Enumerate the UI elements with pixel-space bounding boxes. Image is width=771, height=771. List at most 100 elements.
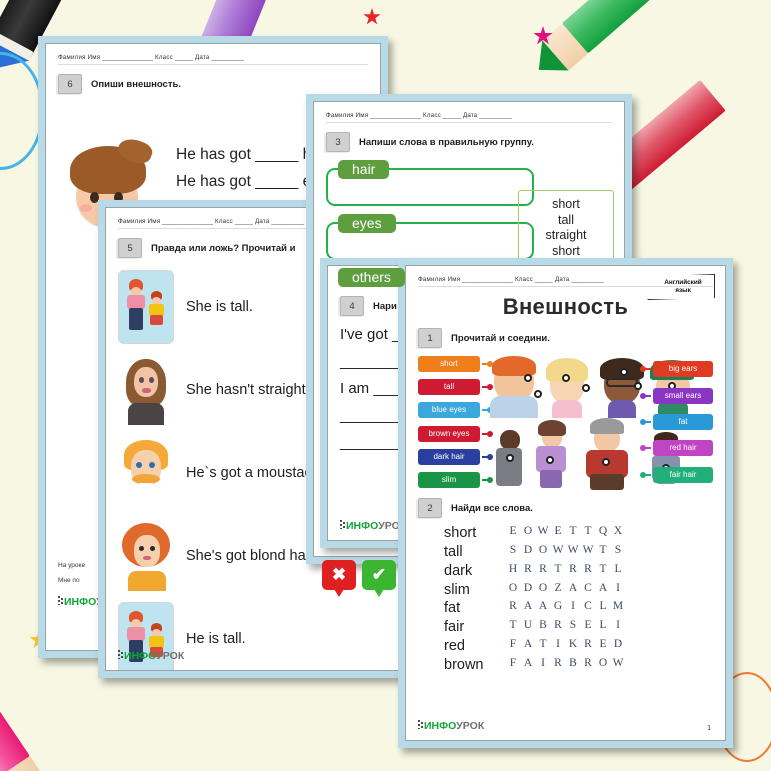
matching-exercise[interactable]: short tall blue eyes brown eyes dark hai… [418, 356, 713, 490]
word-search-letter[interactable]: A [521, 599, 536, 618]
match-point-icon[interactable] [634, 382, 642, 390]
chip-red-hair[interactable]: red hair [640, 440, 713, 457]
connector-dot[interactable] [640, 445, 646, 452]
chip-tall[interactable]: tall [418, 379, 493, 396]
word-search-letter[interactable]: W [551, 543, 566, 562]
chip-slim[interactable]: slim [418, 471, 493, 488]
word-search-letter[interactable]: B [536, 618, 551, 637]
word-search-letter[interactable]: Z [551, 581, 566, 600]
word-search-letter[interactable]: B [566, 656, 581, 675]
group-eyes[interactable]: eyes [326, 214, 534, 260]
match-point-icon[interactable] [534, 390, 542, 398]
false-bubble[interactable]: ✖ [322, 560, 356, 597]
word-search-letter[interactable]: F [506, 656, 521, 675]
word-search-letter[interactable]: S [566, 618, 581, 637]
word-search-letter[interactable]: R [581, 562, 596, 581]
word-search-letter[interactable]: G [551, 599, 566, 618]
word-search-letter[interactable]: T [536, 637, 551, 656]
word-search-letter[interactable]: W [581, 543, 596, 562]
chip-big-ears[interactable]: big ears [640, 361, 713, 378]
match-point-icon[interactable] [582, 384, 590, 392]
word-search-letter[interactable]: E [596, 637, 611, 656]
word-search-letter[interactable]: E [506, 524, 521, 543]
word-search-letter[interactable]: Q [596, 524, 611, 543]
match-point-icon[interactable] [620, 368, 628, 376]
word-search-letter[interactable]: O [536, 543, 551, 562]
word-search-letter[interactable]: O [596, 656, 611, 675]
word-search-letter[interactable]: U [521, 618, 536, 637]
chip-short[interactable]: short [418, 356, 493, 372]
word-search-letter[interactable]: T [506, 618, 521, 637]
connector-dot[interactable] [640, 392, 646, 399]
match-point-icon[interactable] [506, 454, 514, 462]
match-point-icon[interactable] [524, 374, 532, 382]
word-search-letter[interactable]: A [596, 581, 611, 600]
word-search-letter[interactable]: T [581, 524, 596, 543]
word-search-letter[interactable]: L [596, 599, 611, 618]
infourok-logo: ИНФОУРОК [418, 720, 484, 732]
word-search-letter[interactable]: O [506, 581, 521, 600]
word-search-grid[interactable]: EOWETTQXSDOWWWTSHRRTRRTLODOZACAIRAAGICLM… [506, 524, 626, 675]
word-search-letter[interactable]: L [596, 618, 611, 637]
word-search-letter[interactable]: I [536, 656, 551, 675]
word-search-letter[interactable]: W [611, 656, 626, 675]
word-search-letter[interactable]: I [611, 618, 626, 637]
word-search-letter[interactable]: R [551, 656, 566, 675]
chip-fair-hair[interactable]: fair hair [640, 466, 713, 483]
word-search-letter[interactable]: T [566, 524, 581, 543]
word-search-letter[interactable]: D [521, 581, 536, 600]
word-search-letter[interactable]: C [581, 599, 596, 618]
word-search-letter[interactable]: R [551, 618, 566, 637]
word-search-letter[interactable]: S [611, 543, 626, 562]
true-bubble[interactable]: ✔ [362, 560, 396, 597]
word-search-letter[interactable]: A [566, 581, 581, 600]
group-hair[interactable]: hair [326, 160, 534, 206]
word-search-letter[interactable]: I [566, 599, 581, 618]
word-search-letter[interactable]: K [566, 637, 581, 656]
word-search-letter[interactable]: T [551, 562, 566, 581]
word-search-letter[interactable]: A [521, 656, 536, 675]
connector-dot[interactable] [640, 471, 646, 478]
match-point-icon[interactable] [562, 374, 570, 382]
word-search-letter[interactable]: T [596, 543, 611, 562]
word-search-letter[interactable]: E [581, 618, 596, 637]
word-search-letter[interactable]: X [611, 524, 626, 543]
word-bank-item: short [552, 197, 580, 211]
word-search-letter[interactable]: R [581, 656, 596, 675]
word-search-letter[interactable]: S [506, 543, 521, 562]
chip-dark-hair[interactable]: dark hair [418, 448, 493, 465]
word-search-letter[interactable]: T [596, 562, 611, 581]
word-search-letter[interactable]: W [566, 543, 581, 562]
kid-legs-7 [590, 474, 624, 490]
word-search-letter[interactable]: R [521, 562, 536, 581]
word-search-letter[interactable]: R [506, 599, 521, 618]
word-search-letter[interactable]: A [521, 637, 536, 656]
word-search-letter[interactable]: L [611, 562, 626, 581]
word-search-letter[interactable]: I [611, 581, 626, 600]
worksheet-sheet-1[interactable]: Фамилия Имя ______________ Класс _____ Д… [398, 258, 733, 748]
word-search-letter[interactable]: M [611, 599, 626, 618]
connector-dot[interactable] [640, 366, 646, 373]
chip-brown-eyes[interactable]: brown eyes [418, 425, 493, 442]
word-search-letter[interactable]: W [536, 524, 551, 543]
word-search-letter[interactable]: D [521, 543, 536, 562]
word-search-letter[interactable]: C [581, 581, 596, 600]
word-search-letter[interactable]: I [551, 637, 566, 656]
word-search-letter[interactable]: O [521, 524, 536, 543]
word-search-letter[interactable]: F [506, 637, 521, 656]
chip-blue-eyes[interactable]: blue eyes [418, 402, 493, 419]
chip-small-ears[interactable]: small ears [640, 387, 713, 404]
word-search-letter[interactable]: R [536, 562, 551, 581]
word-search-letter[interactable]: E [551, 524, 566, 543]
match-point-icon[interactable] [546, 456, 554, 464]
word-search-letter[interactable]: A [536, 599, 551, 618]
word-search-letter[interactable]: O [536, 581, 551, 600]
chip-fat[interactable]: fat [640, 413, 713, 430]
match-point-icon[interactable] [602, 458, 610, 466]
word-search-letter[interactable]: H [506, 562, 521, 581]
connector-dot[interactable] [640, 418, 646, 425]
word-search-letter[interactable]: D [611, 637, 626, 656]
infourok-logo: ИНФОУРОК [340, 520, 406, 532]
word-search-letter[interactable]: R [581, 637, 596, 656]
word-search-letter[interactable]: R [566, 562, 581, 581]
